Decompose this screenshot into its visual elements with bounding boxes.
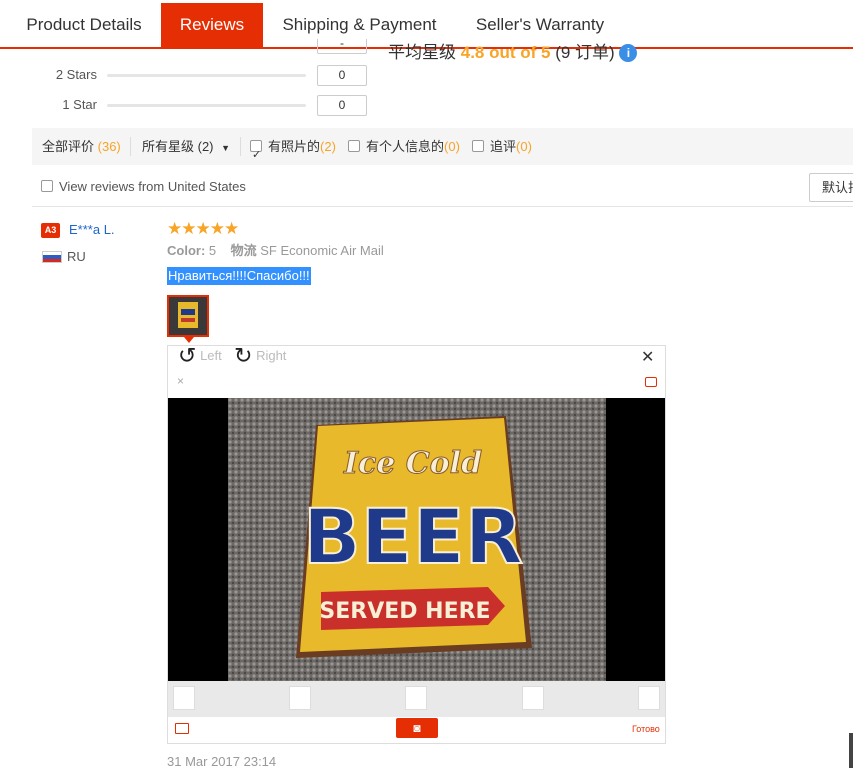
russia-flag-icon bbox=[42, 251, 62, 263]
filter-with-photos-count: (2) bbox=[320, 139, 336, 154]
review-photo: Ice Cold BEER SERVED HERE bbox=[168, 398, 665, 681]
photo-slot[interactable] bbox=[638, 686, 660, 710]
filter-stars-dropdown[interactable]: 所有星级 (2) ▼ bbox=[142, 128, 230, 167]
review-text: Нравиться!!!!Спасибо!!! bbox=[167, 267, 311, 285]
filter-additional-label: 追评 bbox=[490, 139, 517, 154]
rating-row-label: 2 Stars bbox=[55, 67, 97, 82]
color-label: Color: bbox=[167, 243, 206, 258]
filter-all-count: (36) bbox=[97, 139, 121, 154]
rating-row-label: 1 Star bbox=[62, 97, 97, 112]
logistics-value: SF Economic Air Mail bbox=[260, 243, 384, 258]
checkbox-additional-reviews[interactable] bbox=[472, 140, 484, 152]
beer-sign-thumbnail-image bbox=[169, 297, 207, 335]
reviewer-name[interactable]: E***a L. bbox=[69, 221, 115, 239]
us-reviews-filter[interactable]: View reviews from United States bbox=[41, 179, 246, 195]
filter-additional-count: (0) bbox=[516, 139, 532, 154]
review-date: 31 Mar 2017 23:14 bbox=[167, 754, 277, 768]
filter-all-reviews[interactable]: 全部评价 (36) bbox=[42, 128, 121, 165]
tab-reviews[interactable]: Reviews bbox=[161, 3, 263, 47]
rating-count: 0 bbox=[317, 95, 367, 116]
buyer-level-badge: A3 bbox=[41, 223, 60, 238]
logistics-label: 物流 bbox=[230, 243, 257, 258]
checkbox-us-reviews[interactable] bbox=[41, 180, 53, 192]
divider bbox=[32, 206, 853, 207]
photo-sign-line3: SERVED HERE bbox=[319, 599, 490, 624]
review-photo-thumbnail[interactable] bbox=[167, 295, 209, 337]
filter-with-personal-info[interactable]: 有个人信息的(0) bbox=[348, 128, 460, 165]
camera-button[interactable]: ◙ bbox=[396, 718, 438, 738]
photo-slot[interactable] bbox=[522, 686, 544, 710]
filter-divider bbox=[240, 137, 241, 156]
us-reviews-label: View reviews from United States bbox=[59, 179, 246, 194]
rotate-right-icon: ↻ bbox=[234, 343, 253, 368]
rating-bar bbox=[107, 104, 306, 107]
camera-icon[interactable] bbox=[645, 377, 657, 387]
photo-strip bbox=[168, 681, 665, 717]
review-filter-bar: 全部评价 (36) 所有星级 (2) ▼ 有照片的(2) 有个人信息的(0) 追… bbox=[32, 128, 853, 174]
small-close-icon[interactable]: × bbox=[177, 374, 184, 388]
checkbox-with-personal-info[interactable] bbox=[348, 140, 360, 152]
photo-slot[interactable] bbox=[289, 686, 311, 710]
info-icon[interactable]: i bbox=[619, 44, 638, 62]
checkbox-with-photos[interactable] bbox=[250, 137, 262, 174]
filter-with-personal-count: (0) bbox=[444, 139, 460, 154]
reviewer-country: RU bbox=[67, 249, 86, 264]
filter-with-personal-label: 有个人信息的 bbox=[366, 139, 445, 154]
filter-with-photos[interactable]: 有照片的(2) bbox=[250, 128, 336, 174]
photo-slot[interactable] bbox=[405, 686, 427, 710]
close-icon[interactable]: ✕ bbox=[641, 349, 654, 367]
average-rating-prefix: 平均星级 bbox=[388, 43, 456, 62]
rating-count-partial: - bbox=[317, 37, 367, 54]
order-count: (9 订单) bbox=[555, 43, 615, 62]
photo-viewer: ↺ Left ↻ Right ✕ × Ice Cold BEER SERVED … bbox=[167, 345, 666, 744]
chevron-down-icon: ▼ bbox=[221, 143, 231, 153]
photo-sign-line1: Ice Cold bbox=[343, 446, 482, 481]
filter-stars-label: 所有星级 (2) bbox=[142, 139, 214, 154]
sort-button[interactable]: 默认排序 bbox=[809, 173, 853, 202]
scrollbar-edge bbox=[849, 733, 853, 768]
rating-bar bbox=[107, 74, 306, 77]
rotate-right-label: Right bbox=[256, 348, 287, 363]
viewer-footer: ◙ Готово bbox=[168, 717, 665, 743]
photo-sign-line2: BEER bbox=[303, 492, 523, 581]
rating-count: 0 bbox=[317, 65, 367, 86]
tab-product-details[interactable]: Product Details bbox=[8, 3, 160, 47]
camera-icon: ◙ bbox=[413, 721, 421, 735]
gallery-icon[interactable] bbox=[175, 723, 189, 734]
filter-additional-reviews[interactable]: 追评(0) bbox=[472, 128, 532, 165]
rotate-right-button[interactable]: ↻ Right bbox=[234, 343, 287, 368]
rotate-left-button[interactable]: ↺ Left bbox=[178, 343, 222, 368]
color-value: 5 bbox=[208, 243, 217, 258]
photo-slot[interactable] bbox=[173, 686, 195, 710]
review-stars: ★★★★★ bbox=[167, 219, 239, 238]
rotate-left-icon: ↺ bbox=[178, 343, 197, 368]
average-rating-score: 4.8 out of 5 bbox=[460, 43, 551, 62]
average-rating: 平均星级 4.8 out of 5 (9 订单) i bbox=[388, 41, 638, 65]
filter-with-photos-label: 有照片的 bbox=[268, 139, 321, 154]
review-meta: Color: 5 物流 SF Economic Air Mail bbox=[167, 243, 384, 259]
filter-divider bbox=[130, 137, 131, 156]
filter-all-label: 全部评价 bbox=[42, 139, 95, 154]
beer-sign-photo: Ice Cold BEER SERVED HERE bbox=[168, 398, 665, 681]
done-button[interactable]: Готово bbox=[632, 723, 660, 735]
rotate-left-label: Left bbox=[200, 348, 222, 363]
